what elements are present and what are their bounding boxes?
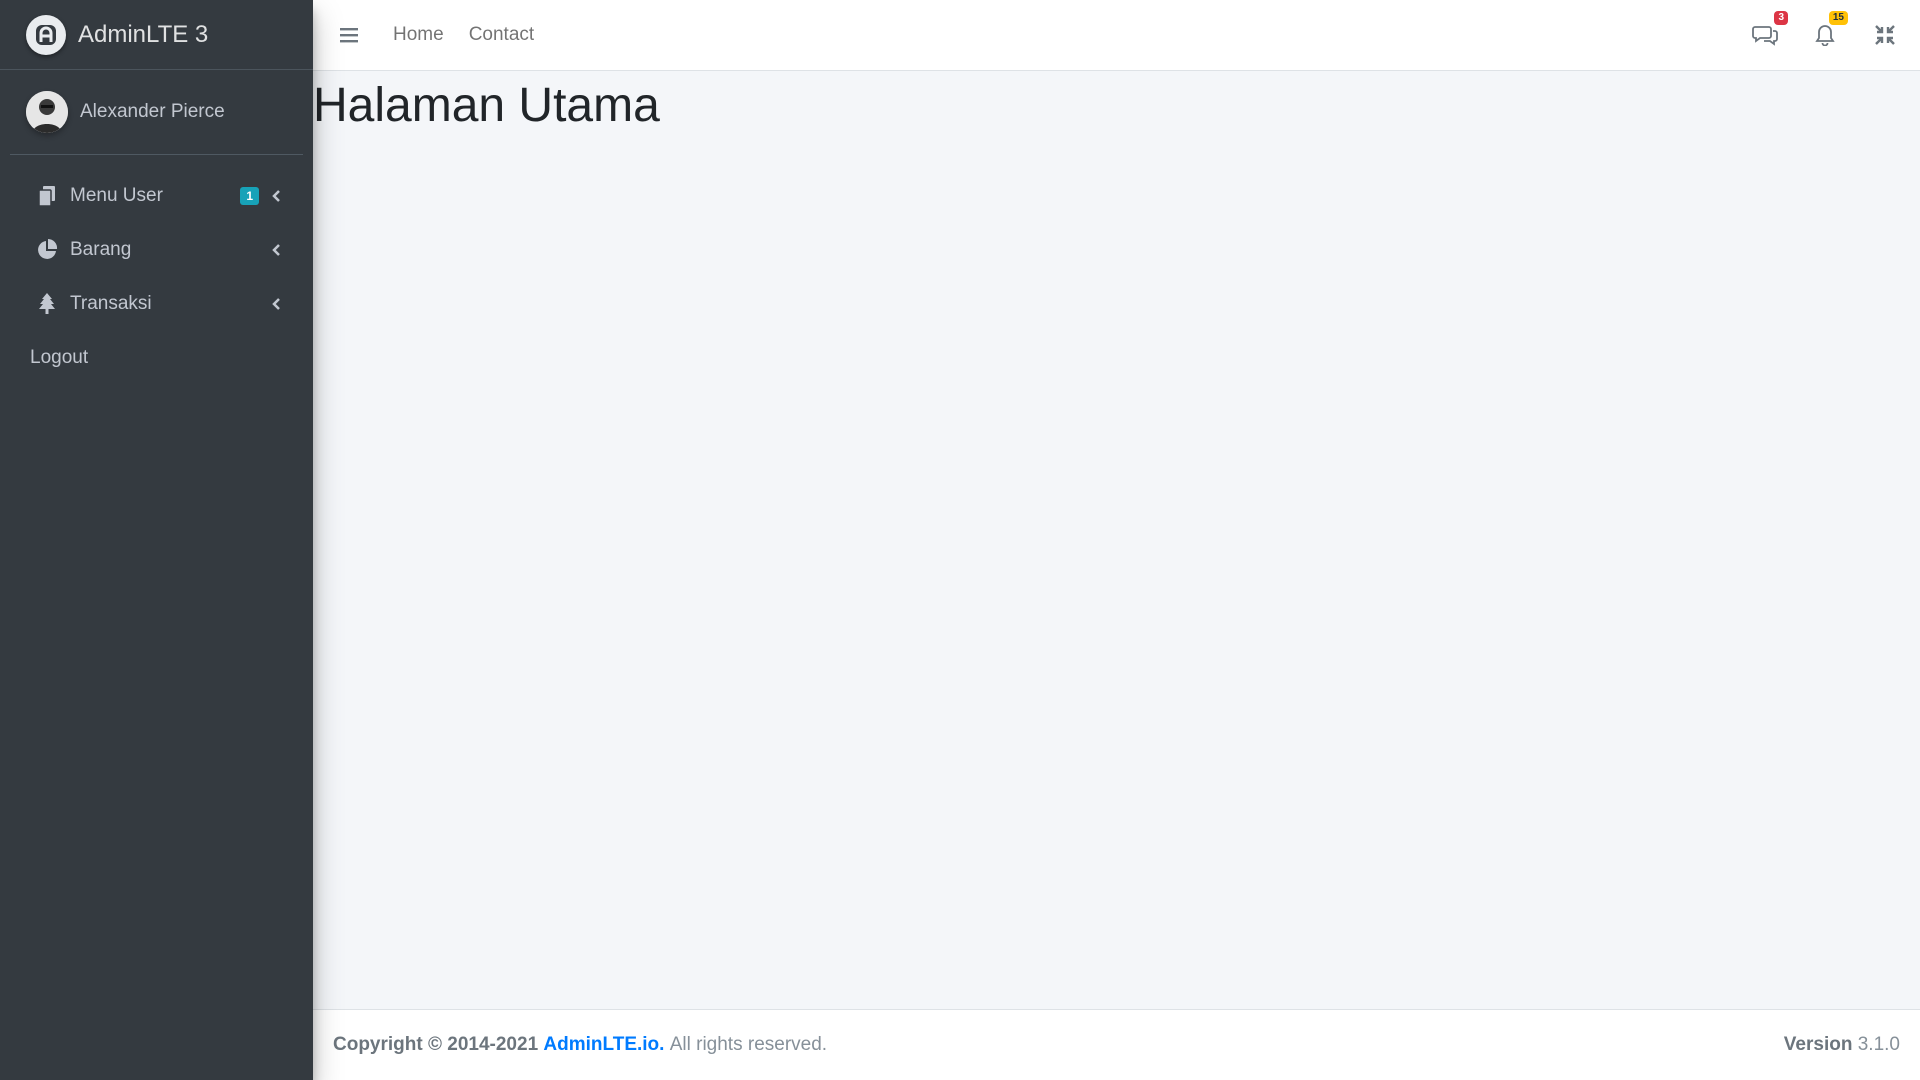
tree-icon [36,293,58,315]
version-number: 3.1.0 [1857,1034,1900,1055]
copy-icon [36,185,58,207]
main-footer: Copyright © 2014-2021 AdminLTE.io. All r… [313,1009,1920,1080]
content-wrapper: Halaman Utama [313,71,1920,1009]
menu-user-badge: 1 [240,187,259,205]
user-panel[interactable]: Alexander Pierce [10,70,303,155]
menu-toggle-icon[interactable] [335,20,365,50]
notifications-badge: 15 [1828,11,1848,25]
footer-version: Version 3.1.0 [1784,1034,1900,1056]
version-label: Version [1783,1034,1853,1055]
sidebar-nav: Menu User 1 Barang Transaksi Logout [0,155,313,385]
chevron-left-icon [269,297,283,311]
avatar [26,91,68,133]
chevron-left-icon [269,189,283,203]
top-navbar: Home Contact 3 15 [313,0,1920,71]
messages-badge: 3 [1774,11,1788,25]
navbar-right: 3 15 [1720,0,1900,70]
logout-link[interactable]: Logout [0,331,313,385]
main-sidebar: AdminLTE 3 Alexander Pierce Menu User 1 [0,0,313,1080]
brand-text: AdminLTE 3 [78,20,209,48]
sidebar-item-transaksi[interactable]: Transaksi [10,277,303,331]
messages-icon[interactable]: 3 [1750,11,1788,50]
chevron-left-icon [269,243,283,257]
nav-link-home[interactable]: Home [393,24,444,46]
footer-rights: All rights reserved. [669,1034,828,1055]
compress-icon[interactable] [1870,20,1900,50]
user-name: Alexander Pierce [80,101,225,122]
adminlte-logo-icon [26,14,66,55]
pie-chart-icon [36,239,58,261]
bell-icon[interactable]: 15 [1810,11,1848,50]
footer-link[interactable]: AdminLTE.io. [543,1034,664,1056]
sidebar-item-barang[interactable]: Barang [10,223,303,277]
footer-copyright: Copyright © 2014-2021 [333,1034,539,1055]
brand-link[interactable]: AdminLTE 3 [0,0,313,70]
sidebar-item-menu-user[interactable]: Menu User 1 [10,169,303,223]
nav-link-contact[interactable]: Contact [469,24,534,46]
page-title: Halaman Utama [313,79,660,132]
